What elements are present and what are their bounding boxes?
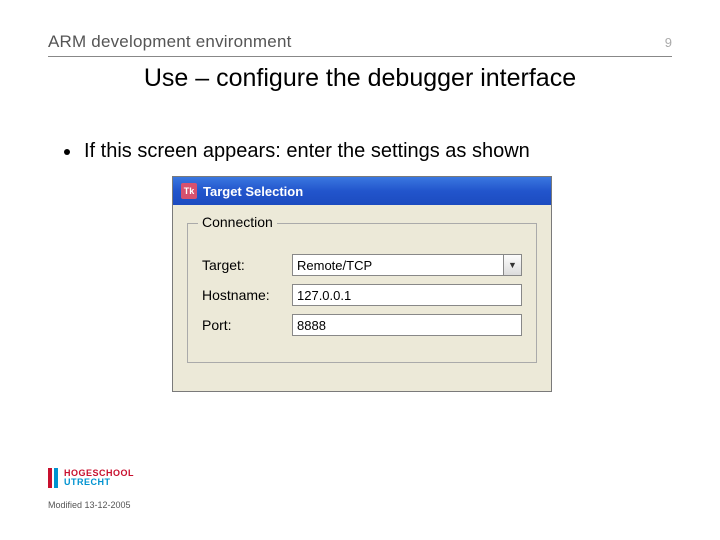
port-row: Port: [202, 314, 522, 336]
dialog-titlebar[interactable]: Tk Target Selection [173, 177, 551, 205]
slide-subtitle: Use – configure the debugger interface [0, 64, 720, 93]
port-input[interactable] [292, 314, 522, 336]
bullet-item: If this screen appears: enter the settin… [64, 140, 530, 163]
target-value[interactable] [292, 254, 504, 276]
port-label: Port: [202, 317, 292, 333]
chevron-down-icon[interactable]: ▼ [504, 254, 522, 276]
hogeschool-utrecht-logo: HOGESCHOOL UTRECHT [48, 468, 134, 488]
fieldset-legend: Connection [198, 214, 277, 230]
dialog-title: Target Selection [203, 184, 303, 199]
logo-line2: UTRECHT [64, 478, 134, 487]
hostname-input[interactable] [292, 284, 522, 306]
logo-bars-icon [48, 468, 58, 488]
dialog-body: Connection Target: ▼ Hostname: Port: [173, 205, 551, 391]
hostname-row: Hostname: [202, 284, 522, 306]
target-select[interactable]: ▼ [292, 254, 522, 276]
page-number: 9 [665, 35, 672, 50]
logo-text: HOGESCHOOL UTRECHT [64, 469, 134, 487]
connection-fieldset: Connection Target: ▼ Hostname: Port: [187, 223, 537, 363]
target-row: Target: ▼ [202, 254, 522, 276]
target-selection-dialog: Tk Target Selection Connection Target: ▼… [172, 176, 552, 392]
bullet-text: If this screen appears: enter the settin… [84, 140, 530, 163]
target-label: Target: [202, 257, 292, 273]
tk-icon: Tk [181, 183, 197, 199]
slide-header: ARM development environment 9 [48, 32, 672, 57]
hostname-label: Hostname: [202, 287, 292, 303]
modified-date: Modified 13-12-2005 [48, 500, 131, 510]
bullet-icon [64, 149, 70, 155]
header-title: ARM development environment [48, 32, 292, 52]
